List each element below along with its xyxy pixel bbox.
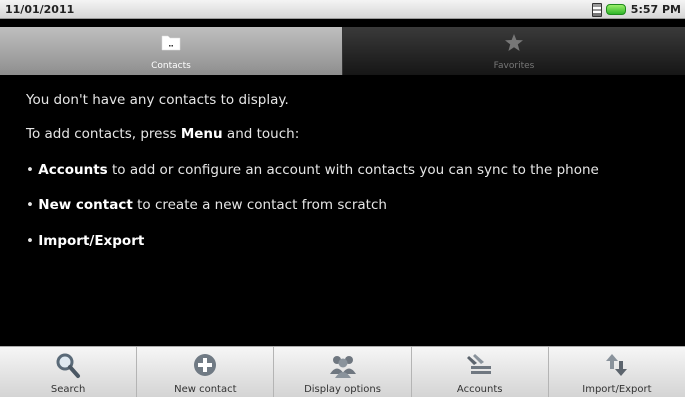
accounts-icon <box>466 354 491 374</box>
battery-icon <box>605 4 626 15</box>
menu-item-import-export-label: Import/Export <box>582 384 652 395</box>
folder-icon <box>161 35 181 51</box>
menu-item-accounts-label: Accounts <box>456 384 503 395</box>
tab-favorites-label: Favorites <box>493 61 535 71</box>
instruction-line: To add contacts, press Menu and touch: <box>26 126 299 142</box>
bullet: • <box>26 233 34 249</box>
accounts-description: to add or configure an account with cont… <box>107 162 599 178</box>
search-icon <box>56 353 81 378</box>
star-icon <box>505 34 523 51</box>
import-export-icon <box>605 354 627 376</box>
menu-item-import-export[interactable]: Import/Export <box>549 347 685 397</box>
tab-contacts[interactable]: Contacts <box>0 27 343 75</box>
status-time: 5:57 PM <box>630 3 681 16</box>
menu-item-display-options-label: Display options <box>304 384 381 395</box>
bullet: • <box>26 162 34 178</box>
tab-contacts-label: Contacts <box>151 61 191 71</box>
people-icon <box>329 356 356 378</box>
menu-item-search[interactable]: Search <box>0 347 138 397</box>
list-item: • Accounts to add or configure an accoun… <box>26 162 599 178</box>
plus-icon <box>194 354 217 376</box>
menu-item-display-options[interactable]: Display options <box>274 347 412 397</box>
status-date: 11/01/2011 <box>5 3 75 16</box>
tab-favorites[interactable]: Favorites <box>343 27 685 75</box>
new-contact-keyword: New contact <box>38 197 133 213</box>
import-export-keyword: Import/Export <box>38 233 145 249</box>
accounts-keyword: Accounts <box>38 162 108 178</box>
instruction-menu-word: Menu <box>180 126 223 142</box>
menu-item-search-label: Search <box>50 384 86 395</box>
empty-message-line: You don't have any contacts to display. <box>26 92 289 108</box>
instruction-prefix: To add contacts, press <box>26 126 181 142</box>
sim-icon <box>591 2 602 17</box>
menu-item-new-contact[interactable]: New contact <box>137 347 275 397</box>
list-item: • New contact to create a new contact fr… <box>26 197 387 213</box>
options-menu: Search New contact Display options Accou… <box>0 346 685 397</box>
empty-message-text: You don't have any contacts to display. <box>26 92 289 108</box>
bullet: • <box>26 197 34 213</box>
tab-bar: Contacts Favorites <box>0 27 685 75</box>
status-icons: 5:57 PM <box>591 2 681 17</box>
instruction-suffix: and touch: <box>222 126 300 142</box>
menu-item-accounts[interactable]: Accounts <box>412 347 549 397</box>
new-contact-description: to create a new contact from scratch <box>132 197 387 213</box>
menu-item-new-contact-label: New contact <box>174 384 237 395</box>
list-item: • Import/Export <box>26 233 144 249</box>
status-bar: 11/01/2011 5:57 PM <box>0 0 685 19</box>
